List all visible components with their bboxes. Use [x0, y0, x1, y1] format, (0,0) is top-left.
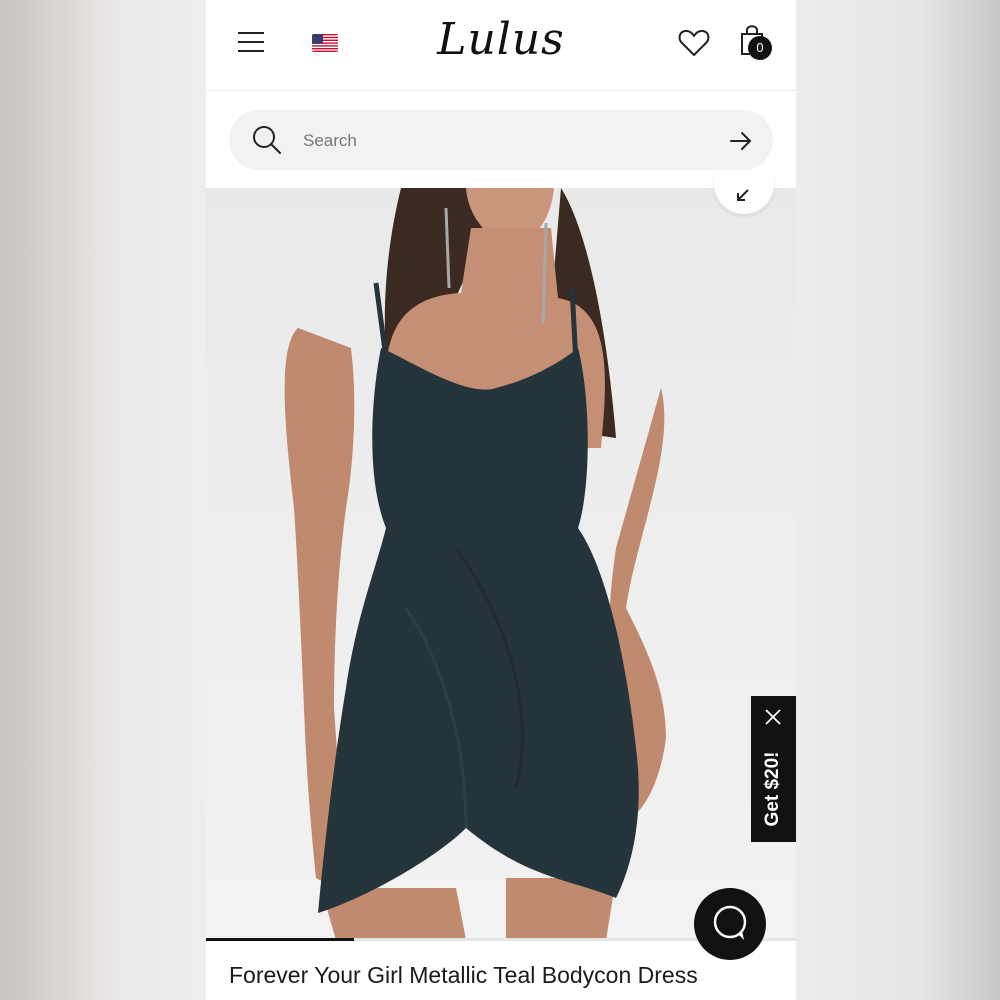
- chat-bubble-icon: [713, 905, 747, 940]
- model-illustration: [284, 188, 666, 940]
- search-input[interactable]: [301, 124, 705, 158]
- arrow-right-icon[interactable]: [729, 130, 753, 152]
- gallery-progress-fill: [206, 938, 354, 941]
- close-icon[interactable]: [764, 708, 782, 726]
- promo-tab[interactable]: Get $20!: [751, 696, 796, 842]
- chat-button[interactable]: [694, 888, 766, 960]
- mobile-page: Lulus 0 Search Get $20! Forever Your Gir…: [206, 0, 796, 1000]
- product-photo[interactable]: [206, 188, 796, 940]
- site-header: Lulus 0: [206, 0, 796, 91]
- search-icon[interactable]: [251, 124, 283, 156]
- collapse-arrow-icon[interactable]: [714, 176, 774, 214]
- heart-icon[interactable]: [678, 28, 710, 58]
- promo-label[interactable]: Get $20!: [762, 729, 784, 849]
- search-bar[interactable]: [229, 110, 773, 170]
- cart-count-badge: 0: [748, 36, 772, 60]
- product-title: Forever Your Girl Metallic Teal Bodycon …: [229, 962, 698, 988]
- collapse-arrow-glyph: [737, 189, 749, 201]
